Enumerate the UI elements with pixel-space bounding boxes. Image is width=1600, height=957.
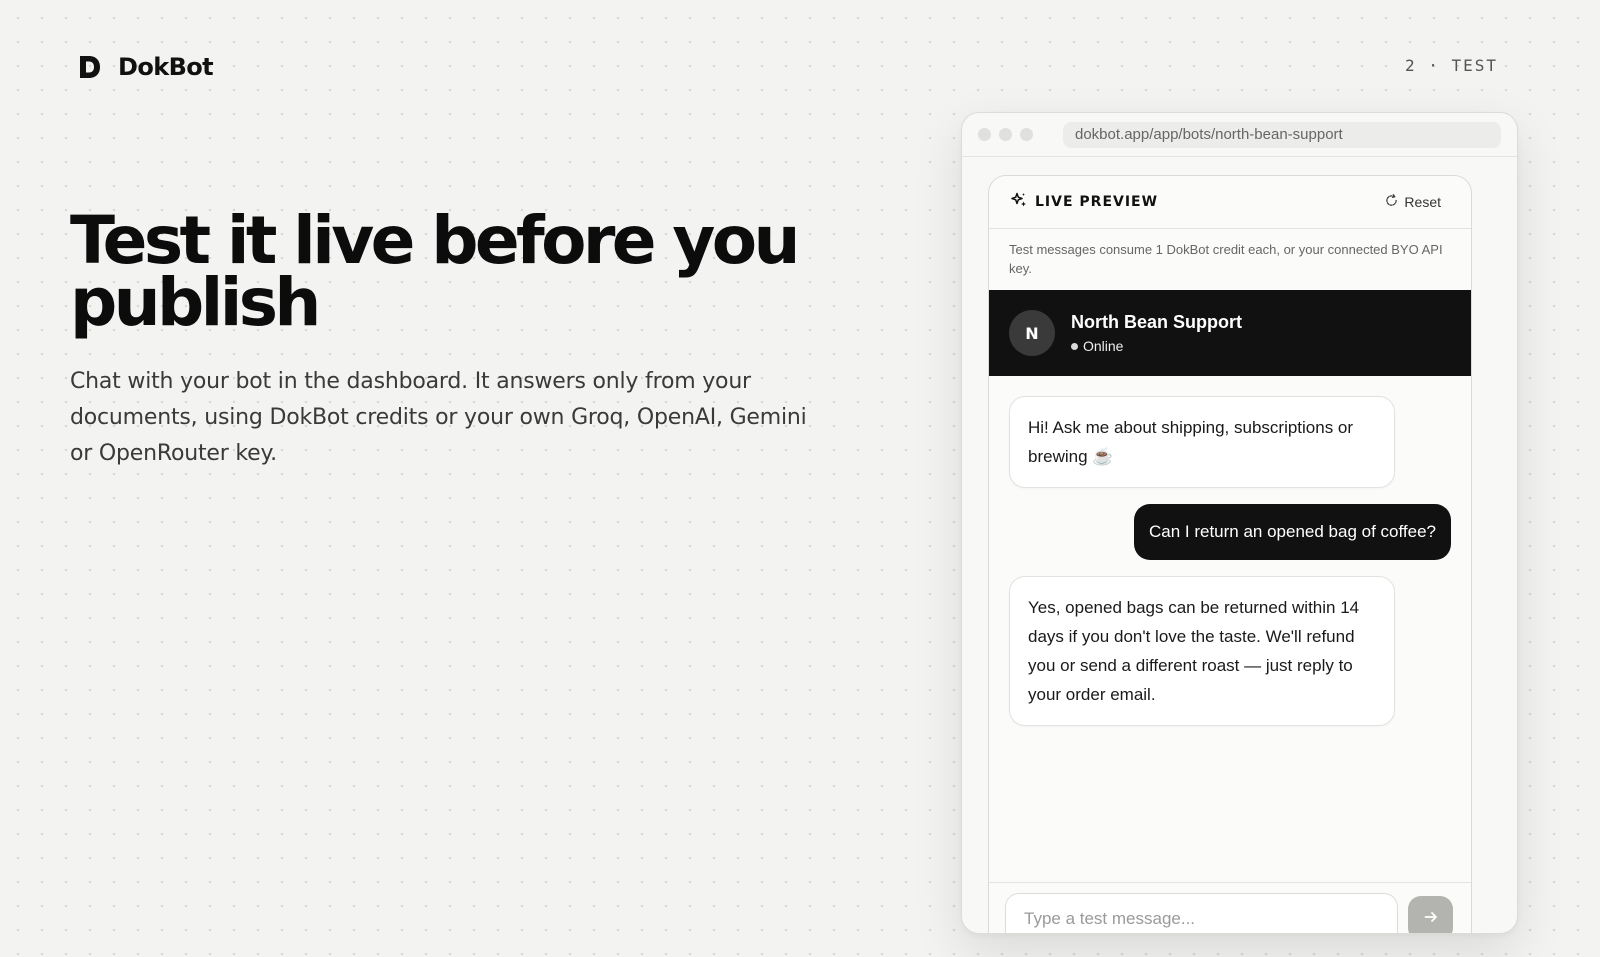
brand[interactable]: DokBot <box>79 53 214 81</box>
refresh-icon <box>1385 194 1398 210</box>
window-minimize-dot[interactable] <box>999 128 1012 141</box>
message-list: Hi! Ask me about shipping, subscriptions… <box>989 376 1471 726</box>
chat-header: N North Bean Support Online <box>989 290 1471 376</box>
reset-button[interactable]: Reset <box>1385 194 1441 210</box>
user-message: Can I return an opened bag of coffee? <box>1133 504 1451 560</box>
avatar: N <box>1009 310 1055 356</box>
dokbot-logo-icon <box>79 55 101 79</box>
bot-message: Yes, opened bags can be returned within … <box>1009 576 1395 726</box>
address-bar[interactable]: dokbot.app/app/bots/north-bean-support <box>1063 121 1501 148</box>
hero-section: Test it live before you publish Chat wit… <box>70 202 850 472</box>
status-text: Online <box>1083 338 1124 354</box>
window-maximize-dot[interactable] <box>1020 128 1033 141</box>
status-dot-icon <box>1071 342 1078 350</box>
arrow-right-icon <box>1423 909 1439 928</box>
live-preview-panel: LIVE PREVIEW Reset Test messages consume… <box>988 175 1472 933</box>
reset-label: Reset <box>1404 194 1441 210</box>
bot-message: Hi! Ask me about shipping, subscriptions… <box>1009 396 1395 488</box>
browser-toolbar: dokbot.app/app/bots/north-bean-support <box>962 113 1517 157</box>
bot-name: North Bean Support <box>1071 312 1242 332</box>
hero-subtitle: Chat with your bot in the dashboard. It … <box>70 369 807 466</box>
bot-status: Online <box>1071 338 1242 354</box>
preview-title-text: LIVE PREVIEW <box>1035 194 1159 210</box>
preview-header: LIVE PREVIEW Reset <box>989 176 1471 229</box>
message-composer <box>989 882 1471 933</box>
bot-info: North Bean Support Online <box>1071 312 1242 354</box>
slide-label: 2 · TEST <box>1404 56 1498 75</box>
sparkles-icon <box>1011 192 1027 212</box>
credit-notice: Test messages consume 1 DokBot credit ea… <box>1009 242 1443 276</box>
brand-name: DokBot <box>118 53 214 81</box>
hero-title: Test it live before you publish <box>70 202 801 341</box>
preview-title: LIVE PREVIEW <box>1011 192 1158 212</box>
browser-window: dokbot.app/app/bots/north-bean-support L… <box>961 112 1518 934</box>
send-button[interactable] <box>1408 896 1453 933</box>
message-input[interactable] <box>1005 892 1398 933</box>
window-close-dot[interactable] <box>978 128 991 141</box>
